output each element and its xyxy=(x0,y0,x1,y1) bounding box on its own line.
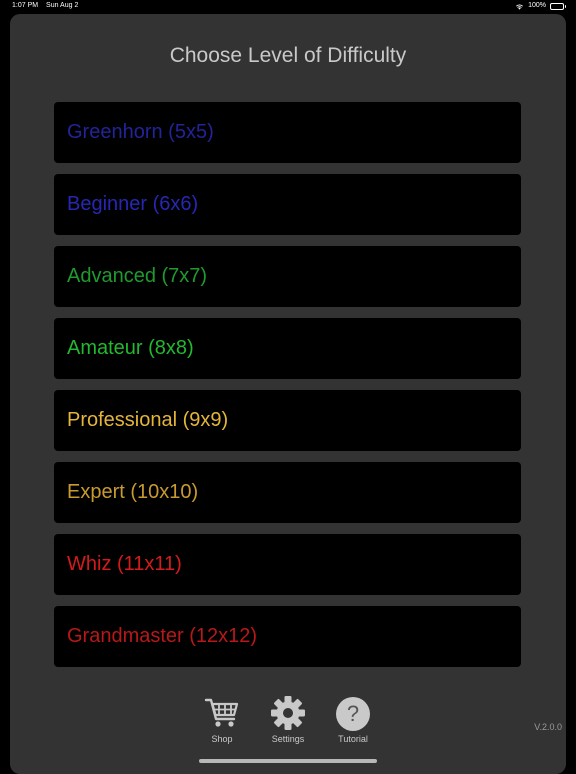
level-advanced-button[interactable]: Advanced (7x7) xyxy=(54,246,521,307)
level-greenhorn-button[interactable]: Greenhorn (5x5) xyxy=(54,102,521,163)
wifi-icon xyxy=(515,3,524,10)
level-grandmaster-button[interactable]: Grandmaster (12x12) xyxy=(54,606,521,667)
settings-button[interactable]: Settings xyxy=(258,696,318,744)
level-label: Whiz (11x11) xyxy=(67,553,182,575)
shop-label: Shop xyxy=(211,734,233,744)
level-label: Greenhorn (5x5) xyxy=(67,121,214,143)
battery-icon xyxy=(550,2,566,10)
status-right: 100% xyxy=(515,0,566,12)
cart-icon xyxy=(204,697,240,731)
level-label: Professional (9x9) xyxy=(67,409,229,431)
tutorial-button[interactable]: ? Tutorial xyxy=(323,696,383,744)
gear-icon xyxy=(270,695,306,733)
tutorial-label: Tutorial xyxy=(338,734,368,744)
level-label: Advanced (7x7) xyxy=(67,265,208,287)
status-bar: 1:07 PM Sun Aug 2 100% xyxy=(0,0,576,12)
level-professional-button[interactable]: Professional (9x9) xyxy=(54,390,521,451)
bottom-toolbar: Shop Settings ? Tutorial xyxy=(10,696,566,746)
level-expert-button[interactable]: Expert (10x10) xyxy=(54,462,521,523)
level-label: Expert (10x10) xyxy=(67,481,199,503)
difficulty-sheet: Choose Level of Difficulty Greenhorn (5x… xyxy=(10,14,566,774)
status-left: 1:07 PM Sun Aug 2 xyxy=(12,0,84,12)
level-beginner-button[interactable]: Beginner (6x6) xyxy=(54,174,521,235)
level-amateur-button[interactable]: Amateur (8x8) xyxy=(54,318,521,379)
level-label: Amateur (8x8) xyxy=(67,337,194,359)
page-title: Choose Level of Difficulty xyxy=(169,44,407,67)
status-date: Sun Aug 2 xyxy=(46,2,79,9)
battery-percent: 100% xyxy=(528,2,546,9)
help-icon: ? xyxy=(336,697,370,731)
level-list: Greenhorn (5x5) Beginner (6x6) Advanced … xyxy=(54,102,521,678)
level-label: Grandmaster (12x12) xyxy=(67,625,258,647)
version-label: V.2.0.0 xyxy=(534,722,562,732)
status-time: 1:07 PM xyxy=(12,2,39,9)
home-indicator[interactable] xyxy=(199,759,377,763)
level-whiz-button[interactable]: Whiz (11x11) xyxy=(54,534,521,595)
settings-label: Settings xyxy=(271,734,305,744)
level-label: Beginner (6x6) xyxy=(67,193,199,215)
shop-button[interactable]: Shop xyxy=(192,696,252,744)
